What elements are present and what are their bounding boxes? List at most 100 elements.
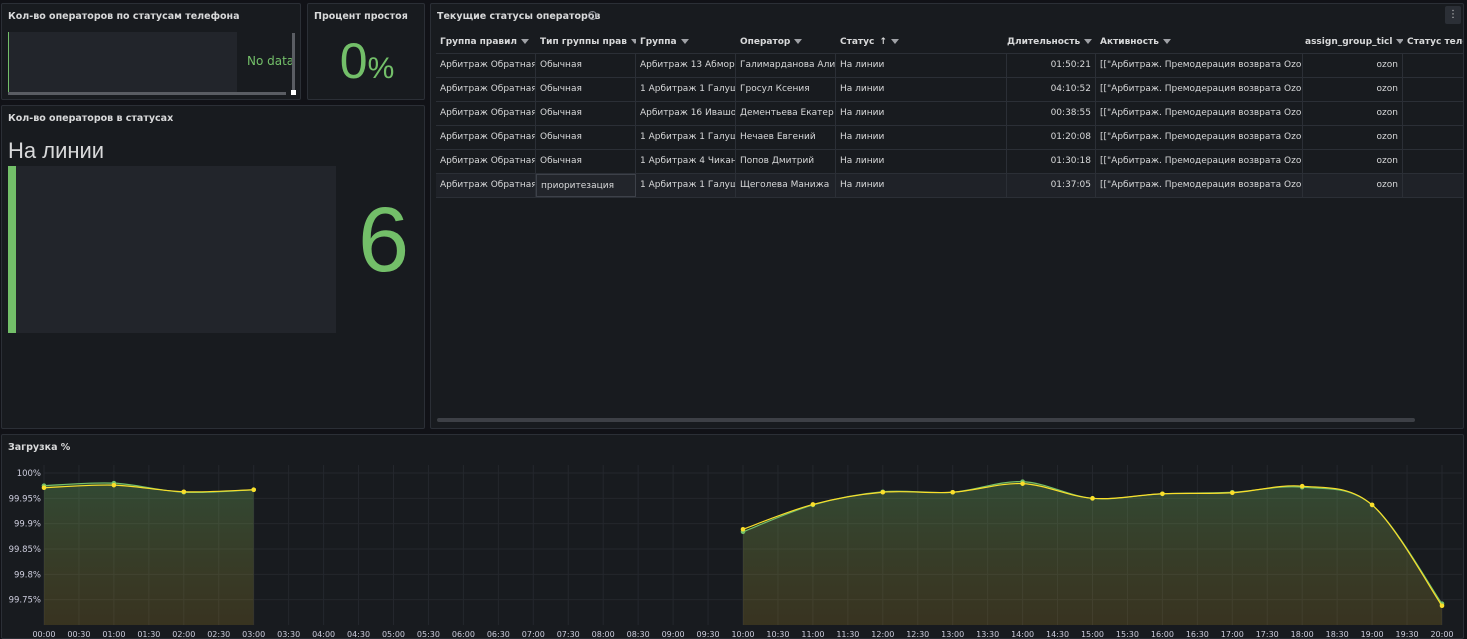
data-point: [1439, 603, 1445, 609]
column-header[interactable]: Длительность: [1007, 31, 1096, 53]
table-cell: [1403, 102, 1463, 125]
table-row[interactable]: Арбитраж Обратная Обычная 1 Арбитраж 4 Чик…: [436, 150, 1463, 174]
x-tick-label: 17:30: [1256, 630, 1279, 639]
table-cell: 1 Арбитраж 4 Чикан: [636, 150, 736, 173]
table-cell: Нечаев Евгений: [736, 126, 836, 149]
info-icon[interactable]: i: [588, 11, 597, 20]
table-row[interactable]: Арбитраж Обратная Обычная Арбитраж 16 Иваш…: [436, 102, 1463, 126]
table-cell: ozon: [1303, 126, 1403, 149]
y-tick-label: 99.85%: [9, 545, 41, 555]
data-point: [1090, 496, 1095, 501]
table-cell: Арбитраж Обратная: [436, 126, 536, 149]
x-tick-label: 20:00: [1430, 630, 1453, 639]
table-cell: [["Арбитраж. Премодерация возврата Ozon: [1096, 54, 1303, 77]
column-header[interactable]: Группа правил: [436, 31, 536, 53]
table-cell: Арбитраж Обратная: [436, 78, 536, 101]
column-header[interactable]: Группа: [636, 31, 736, 53]
data-point: [1369, 502, 1375, 508]
gauge-fill: [8, 166, 16, 333]
column-header[interactable]: Тип группы прав: [536, 31, 636, 53]
x-tick-label: 10:30: [766, 630, 789, 639]
y-tick-label: 99.8%: [14, 570, 41, 580]
table-body: Арбитраж Обратная Обычная Арбитраж 13 Абмо…: [436, 54, 1463, 198]
table-cell: Арбитраж 13 Абмор: [636, 54, 736, 77]
x-tick-label: 15:00: [1081, 630, 1104, 639]
kebab-menu-icon[interactable]: ⋮: [1445, 6, 1461, 24]
gauge-background: [8, 166, 336, 333]
x-tick-label: 01:00: [102, 630, 125, 639]
table-cell: ozon: [1303, 78, 1403, 101]
x-tick-label: 19:00: [1361, 630, 1384, 639]
table-cell: 01:20:08: [1007, 126, 1096, 149]
table-cell: Обычная: [536, 54, 636, 77]
column-header[interactable]: Статус теле: [1403, 31, 1463, 53]
table-cell: приоритезация: [536, 174, 636, 197]
table-cell: 1 Арбитраж 1 Галуш: [636, 174, 736, 197]
filter-icon[interactable]: [680, 39, 689, 44]
data-point: [880, 489, 886, 495]
data-point: [1020, 481, 1025, 486]
table-cell: [["Арбитраж. Премодерация возврата Ozon: [1096, 126, 1303, 149]
x-tick-label: 04:30: [347, 630, 370, 639]
x-tick-label: 15:30: [1116, 630, 1139, 639]
horizontal-scrollbar[interactable]: [8, 92, 286, 95]
table-row[interactable]: Арбитраж Обратная приоритезация 1 Арбитраж…: [436, 174, 1463, 198]
table-row[interactable]: Арбитраж Обратная Обычная 1 Арбитраж 1 Гал…: [436, 126, 1463, 150]
table-cell: Попов Дмитрий: [736, 150, 836, 173]
x-tick-label: 05:00: [382, 630, 405, 639]
status-table: Группа правил Тип группы прав Группа Опе…: [436, 31, 1463, 198]
filter-icon[interactable]: [1084, 39, 1093, 44]
stat-value: 0%: [308, 32, 424, 90]
vertical-scrollbar[interactable]: [292, 33, 295, 91]
table-cell: Арбитраж 16 Ивашо: [636, 102, 736, 125]
table-row[interactable]: Арбитраж Обратная Обычная 1 Арбитраж 1 Гал…: [436, 78, 1463, 102]
stat-number: 0: [339, 33, 368, 89]
table-cell: 00:38:55: [1007, 102, 1096, 125]
x-tick-label: 12:30: [906, 630, 929, 639]
x-tick-label: 14:30: [1046, 630, 1069, 639]
x-tick-label: 08:30: [627, 630, 650, 639]
x-tick-label: 17:00: [1221, 630, 1244, 639]
table-cell: Обычная: [536, 78, 636, 101]
data-point: [181, 489, 187, 495]
area-fill: [44, 482, 254, 625]
data-point: [251, 487, 256, 493]
data-point: [111, 482, 117, 488]
table-cell: 01:30:18: [1007, 150, 1096, 173]
table-cell: Арбитраж Обратная: [436, 150, 536, 173]
stat-unit: %: [367, 52, 395, 85]
column-header[interactable]: Активность: [1096, 31, 1303, 53]
table-cell: 04:10:52: [1007, 78, 1096, 101]
filter-icon[interactable]: [1162, 39, 1171, 44]
table-cell: [1403, 126, 1463, 149]
data-point: [1160, 491, 1165, 497]
status-count: 6: [358, 189, 410, 291]
column-header[interactable]: Статус ↑: [836, 31, 1007, 53]
panel-title: Процент простоя: [314, 11, 408, 22]
filter-icon[interactable]: [794, 39, 803, 44]
x-tick-label: 19:30: [1396, 630, 1419, 639]
x-tick-label: 07:30: [557, 630, 580, 639]
table-cell: ozon: [1303, 150, 1403, 173]
data-point: [41, 485, 47, 490]
table-cell: [["Арбитраж. Премодерация возврата Ozon: [1096, 150, 1303, 173]
filter-icon[interactable]: [890, 39, 899, 44]
table-cell: На линии: [836, 126, 1007, 149]
x-tick-label: 06:30: [487, 630, 510, 639]
x-tick-label: 03:00: [242, 630, 265, 639]
horizontal-scrollbar[interactable]: [437, 418, 1415, 422]
table-cell: 1 Арбитраж 1 Галуш: [636, 126, 736, 149]
filter-icon[interactable]: [521, 39, 530, 44]
table-cell: На линии: [836, 102, 1007, 125]
x-tick-label: 11:00: [801, 630, 824, 639]
table-cell: [1403, 54, 1463, 77]
column-header[interactable]: assign_group_ticl: [1303, 31, 1403, 53]
column-header[interactable]: Оператор: [736, 31, 836, 53]
x-tick-label: 01:30: [137, 630, 160, 639]
table-row[interactable]: Арбитраж Обратная Обычная Арбитраж 13 Абмо…: [436, 54, 1463, 78]
x-tick-label: 09:30: [697, 630, 720, 639]
x-tick-label: 08:00: [592, 630, 615, 639]
chart-area: [8, 32, 237, 94]
table-header: Группа правил Тип группы прав Группа Опе…: [436, 31, 1463, 54]
phone-status-panel: Кол-во операторов по статусам телефона N…: [1, 3, 301, 100]
